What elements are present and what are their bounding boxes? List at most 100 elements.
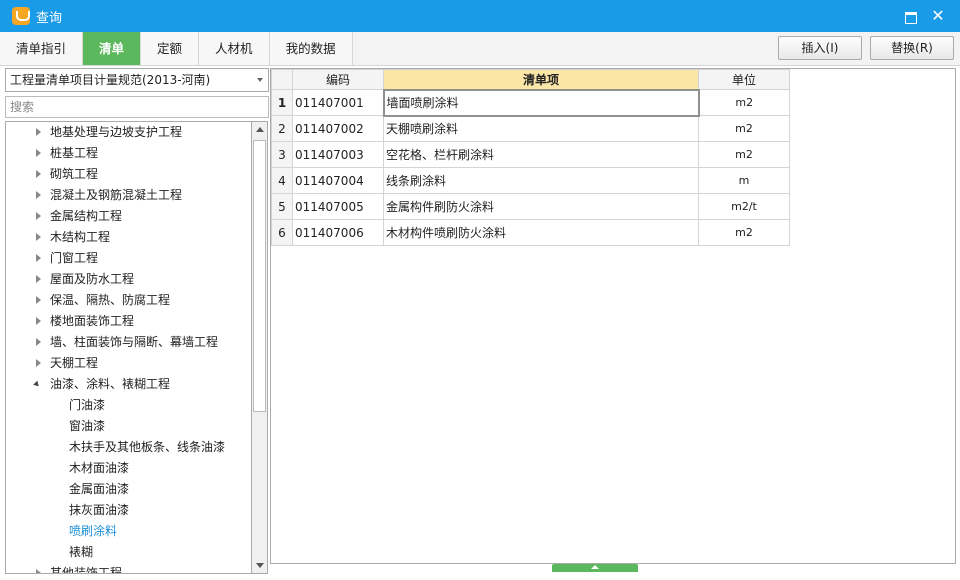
unit-cell[interactable]: m2 bbox=[698, 89, 790, 116]
row-number[interactable]: 1 bbox=[271, 89, 293, 116]
tree-item-label: 油漆、涂料、裱糊工程 bbox=[50, 377, 171, 391]
caret-right-icon[interactable] bbox=[36, 317, 41, 325]
name-cell[interactable]: 金属构件刷防火涂料 bbox=[383, 193, 699, 220]
code-cell[interactable]: 011407002 bbox=[292, 115, 384, 142]
tree-item[interactable]: 门油漆 bbox=[6, 395, 251, 416]
caret-right-icon[interactable] bbox=[36, 254, 41, 262]
row-number[interactable]: 2 bbox=[271, 115, 293, 142]
tree-item[interactable]: 喷刷涂料 bbox=[6, 521, 251, 542]
caret-right-icon[interactable] bbox=[36, 128, 41, 136]
scroll-down-icon[interactable] bbox=[252, 557, 267, 573]
row-number[interactable]: 3 bbox=[271, 141, 293, 168]
app-icon bbox=[12, 7, 30, 25]
caret-right-icon[interactable] bbox=[36, 338, 41, 346]
list-grid-panel: 编码 清单项 单位 1 011407001 墙面喷刷涂料 m2 2 011407002 天棚… bbox=[270, 68, 956, 564]
insert-button[interactable]: 插入(I) bbox=[778, 36, 862, 60]
tree-item-label: 抹灰面油漆 bbox=[69, 503, 130, 517]
row-number[interactable]: 5 bbox=[271, 193, 293, 220]
bottom-panel-handle[interactable] bbox=[552, 564, 638, 572]
tree-item[interactable]: 其他装饰工程 bbox=[6, 563, 251, 573]
tree-item[interactable]: 地基处理与边坡支护工程 bbox=[6, 122, 251, 143]
name-cell[interactable]: 木材构件喷刷防火涂料 bbox=[383, 219, 699, 246]
unit-cell[interactable]: m2 bbox=[698, 219, 790, 246]
tree-item[interactable]: 墙、柱面装饰与隔断、幕墙工程 bbox=[6, 332, 251, 353]
tree-item[interactable]: 保温、隔热、防腐工程 bbox=[6, 290, 251, 311]
caret-right-icon[interactable] bbox=[36, 149, 41, 157]
tree-item-label: 门油漆 bbox=[69, 398, 106, 412]
row-number-header bbox=[271, 69, 293, 90]
tree-item-label: 保温、隔热、防腐工程 bbox=[50, 293, 171, 307]
tab-list-guide[interactable]: 清单指引 bbox=[0, 32, 84, 65]
tree-item[interactable]: 木扶手及其他板条、线条油漆 bbox=[6, 437, 251, 458]
chevron-down-icon[interactable] bbox=[257, 78, 263, 82]
tree-item[interactable]: 楼地面装饰工程 bbox=[6, 311, 251, 332]
code-cell[interactable]: 011407005 bbox=[292, 193, 384, 220]
tab-labor-material-machine[interactable]: 人材机 bbox=[199, 32, 270, 65]
search-input[interactable] bbox=[5, 96, 269, 118]
left-panel: 工程量清单项目计量规范(2013-河南) 地基处理与边坡支护工程桩基工程砌筑工程… bbox=[2, 68, 269, 578]
table-row[interactable]: 1 011407001 墙面喷刷涂料 m2 bbox=[271, 88, 790, 117]
tree-item-label: 地基处理与边坡支护工程 bbox=[50, 125, 183, 139]
table-row[interactable]: 5 011407005 金属构件刷防火涂料 m2/t bbox=[271, 193, 790, 220]
tree-item[interactable]: 桩基工程 bbox=[6, 143, 251, 164]
tree-item[interactable]: 抹灰面油漆 bbox=[6, 500, 251, 521]
scroll-thumb[interactable] bbox=[253, 140, 266, 412]
row-number[interactable]: 6 bbox=[271, 219, 293, 246]
tree-item-label: 门窗工程 bbox=[50, 251, 99, 265]
tree-item[interactable]: 金属面油漆 bbox=[6, 479, 251, 500]
tree-item[interactable]: 砌筑工程 bbox=[6, 164, 251, 185]
table-row[interactable]: 2 011407002 天棚喷刷涂料 m2 bbox=[271, 115, 790, 142]
code-cell[interactable]: 011407004 bbox=[292, 167, 384, 194]
unit-cell[interactable]: m2 bbox=[698, 115, 790, 142]
unit-cell[interactable]: m2 bbox=[698, 141, 790, 168]
tree-item[interactable]: 金属结构工程 bbox=[6, 206, 251, 227]
tab-my-data[interactable]: 我的数据 bbox=[269, 32, 353, 65]
unit-cell[interactable]: m2/t bbox=[698, 193, 790, 220]
table-row[interactable]: 4 011407004 线条刷涂料 m bbox=[271, 167, 790, 194]
tab-list[interactable]: 清单 bbox=[83, 32, 142, 65]
category-tree: 地基处理与边坡支护工程桩基工程砌筑工程混凝土及钢筋混凝土工程 金属结构工程 木结构工… bbox=[5, 121, 251, 574]
spec-select[interactable]: 工程量清单项目计量规范(2013-河南) bbox=[5, 68, 269, 92]
caret-expanded-icon[interactable] bbox=[33, 380, 41, 389]
tree-item[interactable]: 混凝土及钢筋混凝土工程 bbox=[6, 185, 251, 206]
name-cell[interactable]: 天棚喷刷涂料 bbox=[383, 115, 699, 142]
code-cell[interactable]: 011407001 bbox=[292, 89, 384, 116]
list-grid: 编码 清单项 单位 1 011407001 墙面喷刷涂料 m2 2 011407002 天棚… bbox=[271, 69, 790, 246]
caret-right-icon[interactable] bbox=[36, 296, 41, 304]
replace-button[interactable]: 替换(R) bbox=[870, 36, 954, 60]
caret-right-icon[interactable] bbox=[36, 170, 41, 178]
unit-cell[interactable]: m bbox=[698, 167, 790, 194]
table-row[interactable]: 6 011407006 木材构件喷刷防火涂料 m2 bbox=[271, 219, 790, 246]
tab-quota[interactable]: 定额 bbox=[141, 32, 200, 65]
maximize-icon[interactable] bbox=[902, 8, 918, 24]
tree-item[interactable]: 木结构工程 bbox=[6, 227, 251, 248]
tree-item-label: 砌筑工程 bbox=[50, 167, 99, 181]
code-cell[interactable]: 011407006 bbox=[292, 219, 384, 246]
code-cell[interactable]: 011407003 bbox=[292, 141, 384, 168]
tree-item[interactable]: 屋面及防水工程 bbox=[6, 269, 251, 290]
caret-right-icon[interactable] bbox=[36, 212, 41, 220]
caret-right-icon[interactable] bbox=[36, 569, 41, 573]
tree-item-label: 窗油漆 bbox=[69, 419, 106, 433]
name-cell[interactable]: 空花格、栏杆刷涂料 bbox=[383, 141, 699, 168]
tree-item[interactable]: 门窗工程 bbox=[6, 248, 251, 269]
tree-item[interactable]: 木材面油漆 bbox=[6, 458, 251, 479]
tree-scrollbar[interactable] bbox=[251, 121, 268, 574]
caret-right-icon[interactable] bbox=[36, 233, 41, 241]
tree-item[interactable]: 裱糊 bbox=[6, 542, 251, 563]
tree-item[interactable]: 油漆、涂料、裱糊工程 bbox=[6, 374, 251, 395]
tree-item-label: 墙、柱面装饰与隔断、幕墙工程 bbox=[50, 335, 219, 349]
tree-item[interactable]: 天棚工程 bbox=[6, 353, 251, 374]
tree-item-label: 裱糊 bbox=[69, 545, 94, 559]
code-header: 编码 bbox=[292, 69, 384, 90]
close-icon[interactable]: ✕ bbox=[930, 8, 946, 24]
caret-right-icon[interactable] bbox=[36, 191, 41, 199]
name-cell[interactable]: 墙面喷刷涂料 bbox=[382, 88, 700, 117]
caret-right-icon[interactable] bbox=[36, 359, 41, 367]
name-cell[interactable]: 线条刷涂料 bbox=[383, 167, 699, 194]
table-row[interactable]: 3 011407003 空花格、栏杆刷涂料 m2 bbox=[271, 141, 790, 168]
row-number[interactable]: 4 bbox=[271, 167, 293, 194]
tree-item[interactable]: 窗油漆 bbox=[6, 416, 251, 437]
scroll-up-icon[interactable] bbox=[252, 122, 267, 138]
caret-right-icon[interactable] bbox=[36, 275, 41, 283]
